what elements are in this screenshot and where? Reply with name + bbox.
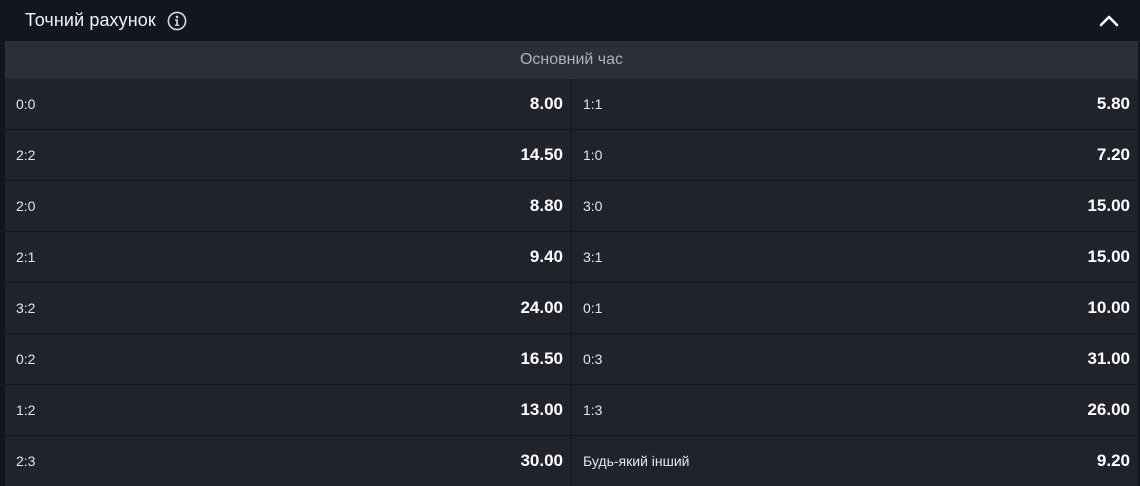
- score-label: 2:3: [16, 453, 36, 469]
- score-label: 0:3: [583, 351, 603, 367]
- odds-value: 15.00: [1087, 196, 1130, 215]
- odds-value: 30.00: [520, 451, 563, 470]
- odds-value: 26.00: [1087, 400, 1130, 419]
- odds-value: 9.40: [529, 247, 563, 266]
- odds-cell-5-1[interactable]: 0:3 31.00: [572, 334, 1138, 384]
- market-header[interactable]: Точний рахунок: [0, 0, 1140, 41]
- odds-cell-3-0[interactable]: 2:1 9.40: [5, 232, 571, 282]
- score-label: 1:1: [583, 96, 603, 112]
- odds-cell-7-1[interactable]: Будь-який інший 9.20: [572, 436, 1138, 486]
- odds-cell-2-0[interactable]: 2:0 8.80: [5, 181, 571, 231]
- score-label: 1:3: [583, 402, 603, 418]
- odds-value: 24.00: [520, 298, 563, 317]
- score-label: 2:1: [16, 249, 36, 265]
- odds-grid: 0:0 8.00 1:1 5.80 2:2 14.50 1:0 7.20 2:0 8.80…: [5, 79, 1138, 486]
- odds-value: 8.80: [529, 196, 563, 215]
- odds-cell-3-1[interactable]: 3:1 15.00: [572, 232, 1138, 282]
- odds-value: 9.20: [1096, 451, 1130, 470]
- score-label: Будь-який інший: [583, 453, 690, 469]
- odds-cell-4-1[interactable]: 0:1 10.00: [572, 283, 1138, 333]
- period-subheader: Основний час: [5, 41, 1138, 79]
- odds-cell-4-0[interactable]: 3:2 24.00: [5, 283, 571, 333]
- odds-value: 5.80: [1096, 94, 1130, 113]
- odds-cell-6-1[interactable]: 1:3 26.00: [572, 385, 1138, 435]
- score-label: 1:2: [16, 402, 36, 418]
- correct-score-market: Точний рахунок Основний час 0:0 8.00 1:1 5…: [0, 0, 1140, 486]
- odds-cell-1-0[interactable]: 2:2 14.50: [5, 130, 571, 180]
- score-label: 0:2: [16, 351, 36, 367]
- odds-cell-0-0[interactable]: 0:0 8.00: [5, 79, 571, 129]
- info-icon[interactable]: [167, 11, 187, 31]
- score-label: 3:1: [583, 249, 603, 265]
- odds-cell-1-1[interactable]: 1:0 7.20: [572, 130, 1138, 180]
- odds-value: 15.00: [1087, 247, 1130, 266]
- odds-value: 16.50: [520, 349, 563, 368]
- odds-value: 7.20: [1096, 145, 1130, 164]
- odds-cell-5-0[interactable]: 0:2 16.50: [5, 334, 571, 384]
- score-label: 0:0: [16, 96, 36, 112]
- odds-value: 8.00: [529, 94, 563, 113]
- score-label: 3:2: [16, 300, 36, 316]
- score-label: 2:0: [16, 198, 36, 214]
- chevron-up-icon[interactable]: [1098, 10, 1120, 32]
- odds-value: 14.50: [520, 145, 563, 164]
- odds-value: 10.00: [1087, 298, 1130, 317]
- odds-value: 31.00: [1087, 349, 1130, 368]
- score-label: 3:0: [583, 198, 603, 214]
- score-label: 0:1: [583, 300, 603, 316]
- odds-cell-7-0[interactable]: 2:3 30.00: [5, 436, 571, 486]
- odds-cell-6-0[interactable]: 1:2 13.00: [5, 385, 571, 435]
- odds-value: 13.00: [520, 400, 563, 419]
- market-title: Точний рахунок: [25, 10, 156, 30]
- odds-cell-2-1[interactable]: 3:0 15.00: [572, 181, 1138, 231]
- score-label: 2:2: [16, 147, 36, 163]
- score-label: 1:0: [583, 147, 603, 163]
- period-title: Основний час: [519, 51, 624, 68]
- odds-cell-0-1[interactable]: 1:1 5.80: [572, 79, 1138, 129]
